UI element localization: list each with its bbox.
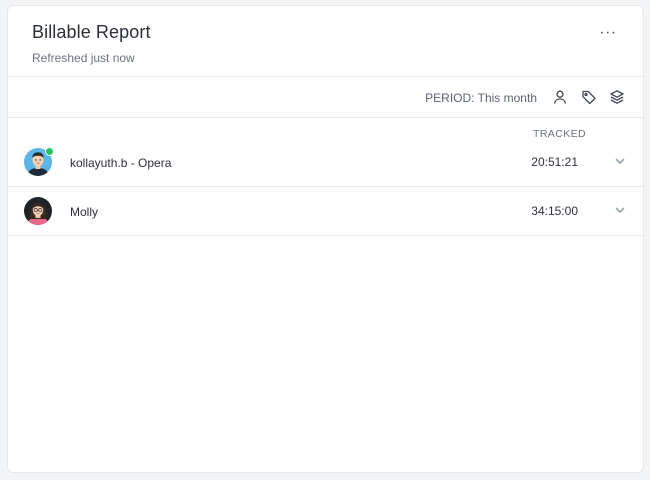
column-header-tracked[interactable]: TRACKED <box>533 128 586 140</box>
billable-report-card: Billable Report Refreshed just now ··· P… <box>7 5 644 473</box>
user-icon[interactable] <box>552 89 568 105</box>
member-name: kollayuth.b - Opera <box>70 156 172 170</box>
card-header: Billable Report Refreshed just now ··· <box>8 6 643 77</box>
tracked-time: 34:15:00 <box>531 204 578 218</box>
chevron-down-icon[interactable] <box>614 204 626 216</box>
period-filter[interactable]: PERIOD: This month <box>425 91 537 105</box>
refresh-status: Refreshed just now <box>32 51 135 65</box>
layers-icon[interactable] <box>609 89 625 105</box>
chevron-down-icon[interactable] <box>614 155 626 167</box>
avatar <box>24 197 52 225</box>
more-horizontal-icon: ··· <box>599 24 617 41</box>
table-row[interactable]: Molly 34:15:00 <box>8 187 643 236</box>
avatar <box>24 147 54 176</box>
report-toolbar: PERIOD: This month <box>8 77 643 118</box>
tracked-time: 20:51:21 <box>531 155 578 169</box>
more-options-button[interactable]: ··· <box>595 21 621 45</box>
member-name: Molly <box>70 205 99 219</box>
online-status-indicator <box>45 147 54 156</box>
avatar-woman-icon <box>24 197 52 225</box>
table-header: TRACKED <box>8 118 643 142</box>
report-title: Billable Report <box>32 22 151 42</box>
tag-icon[interactable] <box>581 89 597 105</box>
table-row[interactable]: kollayuth.b - Opera 20:51:21 <box>8 142 643 187</box>
